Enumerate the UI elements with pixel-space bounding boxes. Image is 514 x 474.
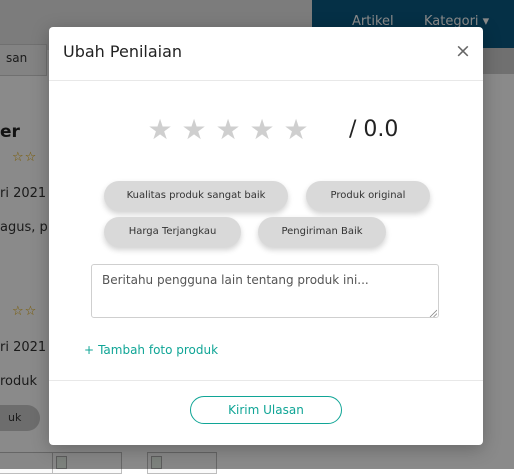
modal-header: Ubah Penilaian × xyxy=(49,27,483,81)
star-5-icon[interactable]: ★ xyxy=(281,113,311,147)
tag-kualitas-produk[interactable]: Kualitas produk sangat baik xyxy=(104,181,288,211)
tag-produk-original[interactable]: Produk original xyxy=(306,181,430,211)
rating-score: / 0.0 xyxy=(349,117,399,142)
add-photo-link[interactable]: + Tambah foto produk xyxy=(84,343,218,357)
add-photo-label: Tambah foto produk xyxy=(98,343,219,357)
star-2-icon[interactable]: ★ xyxy=(179,113,209,147)
star-3-icon[interactable]: ★ xyxy=(213,113,243,147)
edit-rating-modal: Ubah Penilaian × ★ ★ ★ ★ ★ / 0.0 Kualitas pr… xyxy=(49,27,483,445)
tag-harga-terjangkau[interactable]: Harga Terjangkau xyxy=(104,217,241,247)
submit-review-button[interactable]: Kirim Ulasan xyxy=(190,396,342,424)
modal-footer: Kirim Ulasan xyxy=(49,380,483,446)
star-rating: ★ ★ ★ ★ ★ xyxy=(145,113,315,149)
plus-icon: + xyxy=(84,343,95,357)
close-icon[interactable]: × xyxy=(453,40,473,62)
resize-handle-icon[interactable] xyxy=(429,309,437,317)
modal-title: Ubah Penilaian xyxy=(63,42,183,61)
review-textarea[interactable] xyxy=(91,264,439,318)
star-1-icon[interactable]: ★ xyxy=(145,113,175,147)
tag-pengiriman-baik[interactable]: Pengiriman Baik xyxy=(258,217,386,247)
star-4-icon[interactable]: ★ xyxy=(247,113,277,147)
